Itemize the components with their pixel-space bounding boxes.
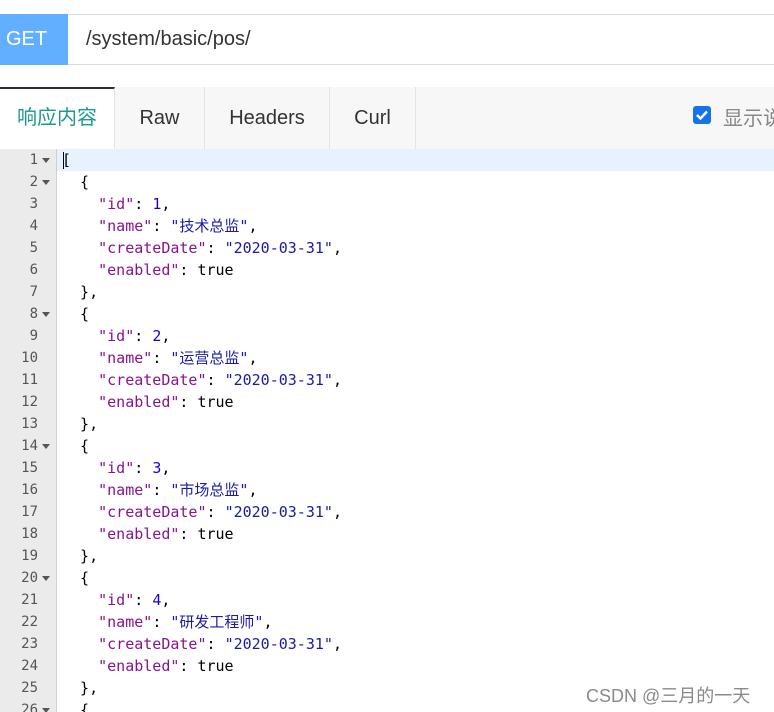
line-number: 24	[21, 658, 38, 674]
code-line: {	[62, 437, 90, 455]
fold-arrow-icon[interactable]	[42, 444, 50, 449]
watermark: CSDN @三月的一天	[586, 686, 751, 706]
line-number: 4	[29, 218, 38, 234]
tab-response-content[interactable]: 响应内容	[0, 87, 115, 149]
code-line: "enabled": true	[98, 393, 234, 411]
tab-raw[interactable]: Raw	[115, 87, 205, 149]
line-number: 7	[29, 284, 38, 300]
code-line: "name": "技术总监",	[98, 217, 258, 235]
fold-arrow-icon[interactable]	[42, 708, 50, 712]
line-number: 20	[21, 570, 38, 586]
code-line: "name": "市场总监",	[98, 481, 258, 499]
line-number: 13	[21, 416, 38, 432]
line-number: 23	[21, 636, 38, 652]
line-number: 8	[29, 306, 38, 322]
code-line: },	[62, 547, 99, 565]
code-line: "enabled": true	[98, 261, 234, 279]
active-line-highlight	[57, 149, 774, 171]
code-line: "enabled": true	[98, 657, 234, 675]
line-number: 19	[21, 548, 38, 564]
code-line: "createDate": "2020-03-31",	[98, 635, 342, 653]
line-number: 26	[21, 702, 38, 712]
url-bar: GET /system/basic/pos/	[0, 0, 774, 66]
code-line: },	[62, 679, 99, 697]
show-option-label: 显示说	[723, 108, 774, 130]
fold-arrow-icon[interactable]	[42, 180, 50, 185]
fold-arrow-icon[interactable]	[42, 158, 50, 163]
line-number: 3	[29, 196, 38, 212]
http-method-badge[interactable]: GET	[0, 14, 68, 65]
line-number: 6	[29, 262, 38, 278]
line-number: 22	[21, 614, 38, 630]
line-number: 14	[21, 438, 38, 454]
line-number: 11	[21, 372, 38, 388]
code-line: {	[62, 569, 90, 587]
code-line: "name": "研发工程师",	[98, 613, 273, 631]
line-number: 10	[21, 350, 38, 366]
fold-arrow-icon[interactable]	[42, 576, 50, 581]
line-number: 25	[21, 680, 38, 696]
line-number: 15	[21, 460, 38, 476]
line-number: 9	[29, 328, 38, 344]
code-line: "name": "运营总监",	[98, 349, 258, 367]
code-line: "enabled": true	[98, 525, 234, 543]
line-number: 12	[21, 394, 38, 410]
code-line: "id": 1,	[98, 195, 171, 213]
checkmark-icon	[696, 110, 708, 121]
code-line: {	[62, 701, 90, 712]
code-line: "createDate": "2020-03-31",	[98, 239, 342, 257]
code-line: "createDate": "2020-03-31",	[98, 371, 342, 389]
line-number: 17	[21, 504, 38, 520]
fold-arrow-icon[interactable]	[42, 312, 50, 317]
tab-curl[interactable]: Curl	[330, 87, 416, 149]
code-line: [	[62, 151, 72, 169]
line-number: 5	[29, 240, 38, 256]
code-line: "id": 2,	[98, 327, 171, 345]
code-line: },	[62, 415, 99, 433]
code-line: "createDate": "2020-03-31",	[98, 503, 342, 521]
show-option-checkbox[interactable]	[693, 106, 711, 124]
line-number: 1	[29, 152, 38, 168]
code-line: "id": 3,	[98, 459, 171, 477]
response-tabs: 响应内容 Raw Headers Curl	[0, 87, 774, 149]
request-url-input[interactable]: /system/basic/pos/	[86, 14, 251, 65]
code-line: {	[62, 305, 90, 323]
response-editor[interactable]: 1 2 3 4 5 6 7 8 9 10 11 12 13 14 15 16 17 18 19 20 21 22 23 24 2…	[0, 149, 774, 712]
code-line: {	[62, 173, 90, 191]
line-number: 21	[21, 592, 38, 608]
code-line: },	[62, 283, 99, 301]
line-number: 18	[21, 526, 38, 542]
line-number: 2	[29, 174, 38, 190]
code-line: "id": 4,	[98, 591, 171, 609]
line-number: 16	[21, 482, 38, 498]
tab-headers[interactable]: Headers	[205, 87, 330, 149]
